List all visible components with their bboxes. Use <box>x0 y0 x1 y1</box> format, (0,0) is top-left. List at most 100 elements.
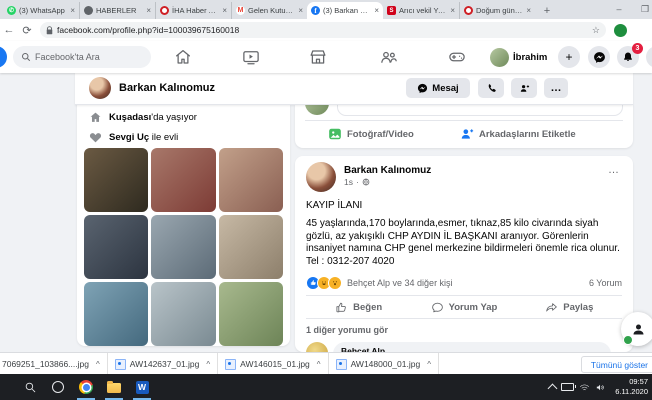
post-more-button[interactable]: … <box>608 164 620 176</box>
reload-icon[interactable]: ⟳ <box>18 24 36 37</box>
photo-video-label: Fotoğraf/Video <box>347 129 414 140</box>
chat-head-button[interactable] <box>621 312 652 346</box>
more-options-button[interactable]: … <box>544 78 568 98</box>
download-menu-caret-icon[interactable]: ^ <box>427 360 431 369</box>
tag-friends-button[interactable]: Arkadaşlarını Etiketle <box>460 121 576 147</box>
watch-nav-icon[interactable] <box>240 47 262 67</box>
photo-thumbnail[interactable] <box>151 282 215 346</box>
notifications-button[interactable]: 3 <box>617 46 639 68</box>
like-label: Beğen <box>353 302 382 313</box>
download-item[interactable]: 7069251_103866....jpg ^ <box>0 353 108 375</box>
url-omnibox[interactable]: facebook.com/profile.php?id=100039675160… <box>40 22 606 38</box>
search-icon <box>24 381 37 394</box>
comment-bubble: Behçet Alp Bence kayıp değil, yerinde. S… <box>333 342 611 352</box>
reactions-summary[interactable]: Behçet Alp ve 34 diğer kişi <box>347 278 589 288</box>
battery-icon[interactable] <box>561 383 574 391</box>
messenger-icon <box>417 83 428 94</box>
messenger-button[interactable] <box>588 46 610 68</box>
tab-whatsapp[interactable]: (3) WhatsApp × <box>3 2 79 19</box>
message-button[interactable]: Mesaj <box>406 78 470 98</box>
download-filename: AW146015_01.jpg <box>240 359 310 369</box>
word-icon <box>136 381 149 394</box>
back-icon[interactable]: ← <box>0 24 18 36</box>
download-item[interactable]: AW142637_01.jpg ^ <box>108 353 218 375</box>
tab-haberler[interactable]: HABERLER × <box>79 2 155 19</box>
tab-close-icon[interactable]: × <box>146 7 151 15</box>
tab-close-icon[interactable]: × <box>526 7 531 15</box>
tab-close-icon[interactable]: × <box>374 7 379 15</box>
photo-thumbnail[interactable] <box>84 148 148 212</box>
download-menu-caret-icon[interactable]: ^ <box>96 360 100 369</box>
tab-iha-arsiv[interactable]: İHA Haber Arşivi × <box>155 2 231 19</box>
tab-facebook-active[interactable]: (3) Barkan Kalın × <box>307 2 383 19</box>
tab-close-icon[interactable]: × <box>450 7 455 15</box>
comments-count[interactable]: 6 Yorum <box>589 278 622 288</box>
photo-thumbnail[interactable] <box>84 282 148 346</box>
intro-text: Sevgi Uç ile evli <box>109 132 178 143</box>
facebook-favicon <box>311 6 320 15</box>
photo-thumbnail[interactable] <box>84 215 148 279</box>
taskbar-clock[interactable]: 09:57 6.11.2020 <box>615 377 648 397</box>
speaker-icon[interactable] <box>595 382 606 393</box>
marketplace-nav-icon[interactable] <box>307 47 329 67</box>
window-minimize-button[interactable]: – <box>608 2 630 16</box>
facebook-logo[interactable] <box>0 46 7 68</box>
share-icon <box>545 301 558 314</box>
jpg-file-icon <box>115 359 126 370</box>
view-more-comments-link[interactable]: 1 diğer yorumu gör <box>306 325 622 335</box>
status-input[interactable] <box>337 104 623 116</box>
facebook-header: Facebook'ta Ara İbrahim + 3 ▾ <box>0 41 652 73</box>
like-button[interactable]: Beğen <box>306 296 411 318</box>
taskbar-search-button[interactable] <box>16 374 44 400</box>
photo-thumbnail[interactable] <box>219 148 283 212</box>
home-nav-icon[interactable] <box>172 47 194 67</box>
facebook-search-input[interactable]: Facebook'ta Ara <box>13 46 151 68</box>
show-all-downloads-button[interactable]: Tümünü göster <box>581 356 652 373</box>
reaction-icons[interactable] <box>306 276 342 290</box>
tab-close-icon[interactable]: × <box>222 7 227 15</box>
user-name: İbrahim <box>513 52 547 63</box>
new-tab-button[interactable]: + <box>539 3 555 19</box>
tab-close-icon[interactable]: × <box>298 7 303 15</box>
photo-grid <box>84 148 283 346</box>
photo-thumbnail[interactable] <box>219 282 283 346</box>
taskbar-explorer-button[interactable] <box>100 374 128 400</box>
photo-thumbnail[interactable] <box>151 215 215 279</box>
tab-label: İHA Haber Arşivi <box>172 6 219 15</box>
taskbar-chrome-button[interactable] <box>72 374 100 400</box>
download-item[interactable]: AW148000_01.jpg ^ <box>329 353 439 375</box>
share-button[interactable]: Paylaş <box>517 296 622 318</box>
intro-lives-in: Kuşadası'da yaşıyor <box>89 111 290 124</box>
search-placeholder: Facebook'ta Ara <box>35 52 100 62</box>
bookmark-star-icon[interactable]: ☆ <box>592 25 600 36</box>
browser-profile-avatar[interactable] <box>614 24 627 37</box>
download-menu-caret-icon[interactable]: ^ <box>206 360 210 369</box>
photo-video-icon <box>328 127 342 141</box>
downloads-bar: 7069251_103866....jpg ^ AW142637_01.jpg … <box>0 352 652 375</box>
account-menu-button[interactable]: ▾ <box>646 46 652 68</box>
iha-favicon <box>464 6 473 15</box>
photo-video-button[interactable]: Fotoğraf/Video <box>328 121 414 147</box>
tab-dogum-gunu[interactable]: Doğum günü p × <box>459 2 535 19</box>
download-menu-caret-icon[interactable]: ^ <box>317 360 321 369</box>
tab-gelen-kutusu[interactable]: Gelen Kutusu (1 × <box>231 2 307 19</box>
profile-shortcut[interactable]: İbrahim <box>490 47 547 67</box>
cortana-button[interactable] <box>44 374 72 400</box>
window-restore-button[interactable]: ❐ <box>634 2 652 16</box>
tab-close-icon[interactable]: × <box>70 7 75 15</box>
groups-nav-icon[interactable] <box>378 47 400 67</box>
tray-chevron-icon[interactable] <box>548 384 558 394</box>
wifi-icon[interactable] <box>579 382 590 393</box>
create-menu-button[interactable]: + <box>558 46 580 68</box>
tab-sabah[interactable]: Arıcı vekil Yavuz × <box>383 2 459 19</box>
post-author[interactable]: Barkan Kalınomuz <box>344 165 431 176</box>
gaming-nav-icon[interactable] <box>446 47 468 67</box>
download-item[interactable]: AW146015_01.jpg ^ <box>218 353 328 375</box>
photo-thumbnail[interactable] <box>151 148 215 212</box>
photo-thumbnail[interactable] <box>219 215 283 279</box>
comment-button[interactable]: Yorum Yap <box>411 296 516 318</box>
browser-address-bar: ← ⟳ facebook.com/profile.php?id=10003967… <box>0 19 652 41</box>
call-button[interactable] <box>478 78 504 98</box>
add-friend-button[interactable] <box>511 78 537 98</box>
taskbar-word-button[interactable] <box>128 374 156 400</box>
